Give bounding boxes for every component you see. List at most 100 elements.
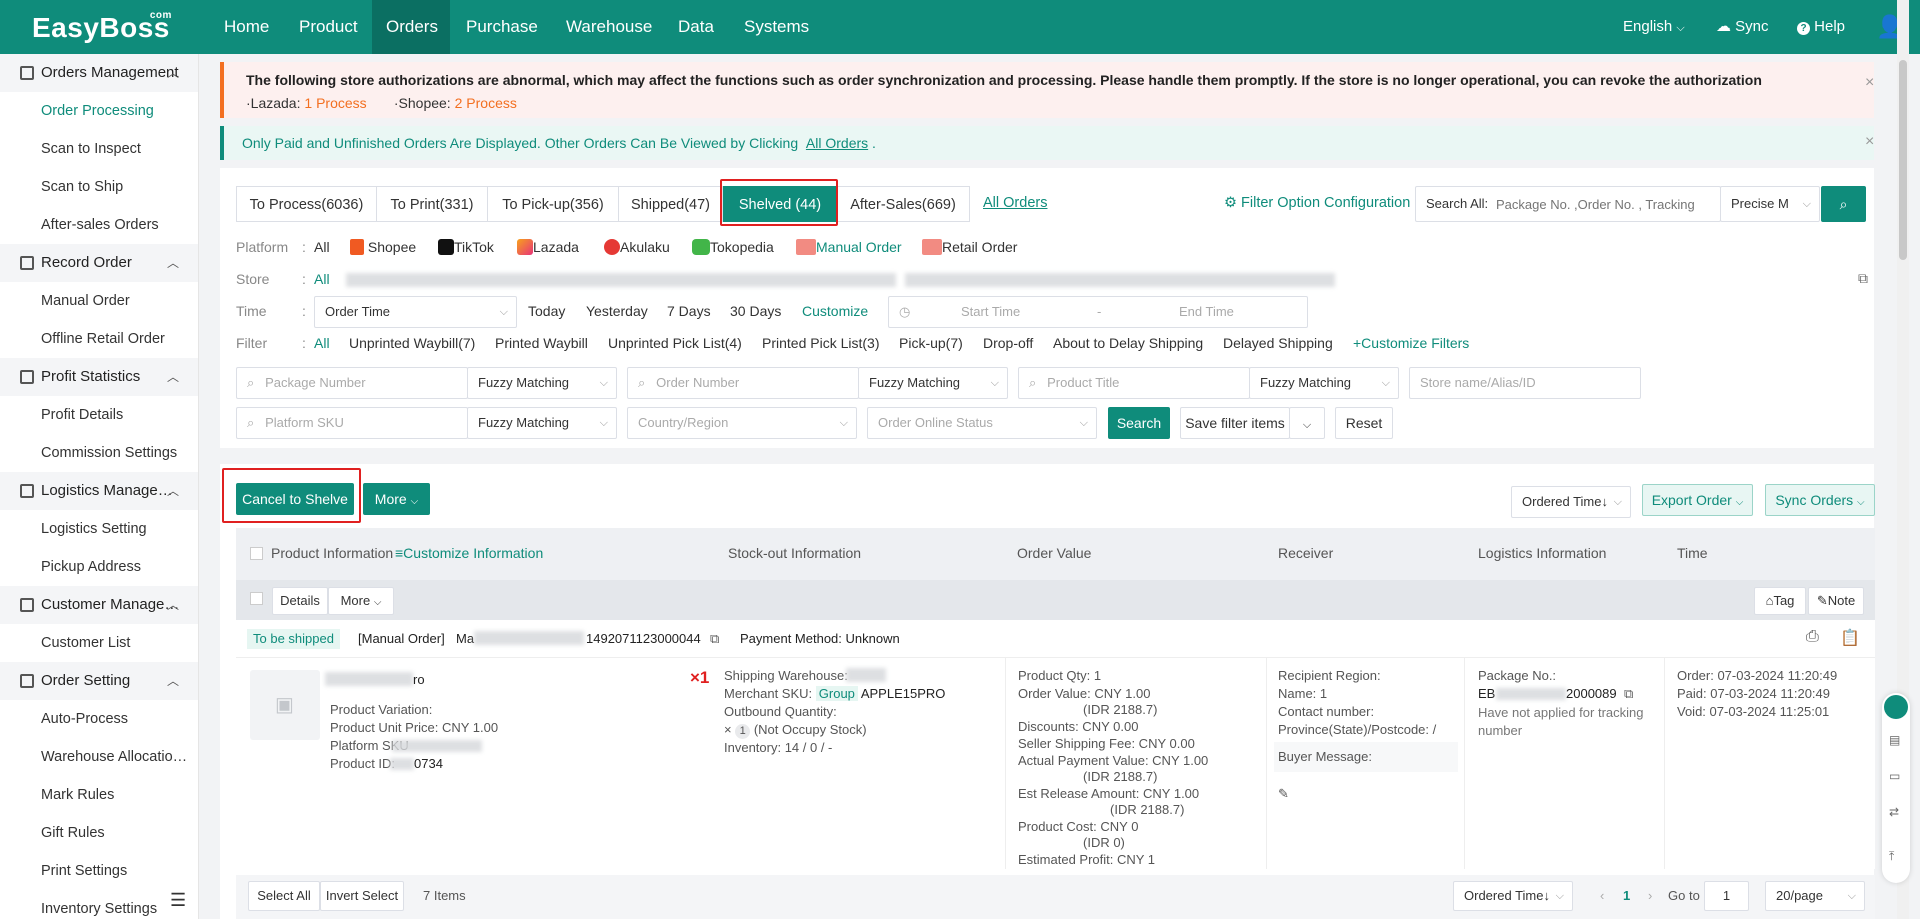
nav-purchase[interactable]: Purchase — [452, 0, 552, 54]
sidebar-item-print-settings[interactable]: Print Settings — [0, 852, 198, 890]
printer-icon[interactable]: ⎙ — [1806, 628, 1819, 646]
filter-drop-off[interactable]: Drop-off — [983, 335, 1033, 351]
platform-all[interactable]: All — [314, 239, 330, 255]
sidebar-item-mark-rules[interactable]: Mark Rules — [0, 776, 198, 814]
filter-all[interactable]: All — [314, 335, 330, 351]
prev-page-icon[interactable]: ‹ — [1600, 888, 1604, 903]
sidebar-item-logistics-setting[interactable]: Logistics Setting — [0, 510, 198, 548]
sidebar-group-profit-statistics[interactable]: Profit Statistics ︿ — [0, 358, 198, 396]
product-match-select[interactable]: Fuzzy Matching ⌵ — [1249, 367, 1399, 399]
package-match-select[interactable]: Fuzzy Matching ⌵ — [467, 367, 617, 399]
product-title-input[interactable]: ⌕ Product Title — [1018, 367, 1250, 399]
nav-product[interactable]: Product — [285, 0, 372, 54]
collapse-menu-icon[interactable]: ☰ — [170, 890, 186, 911]
package-number-input[interactable]: ⌕ Package Number — [236, 367, 468, 399]
nav-data[interactable]: Data — [664, 0, 728, 54]
platform-manual-order[interactable]: Manual Order — [796, 239, 902, 255]
all-orders-link[interactable]: All Orders — [983, 195, 1047, 211]
close-icon[interactable]: × — [1865, 133, 1874, 151]
nav-warehouse[interactable]: Warehouse — [552, 0, 666, 54]
store-all[interactable]: All — [314, 271, 330, 287]
sidebar-item-manual-order[interactable]: Manual Order — [0, 282, 198, 320]
sku-match-select[interactable]: Fuzzy Matching ⌵ — [467, 407, 617, 439]
save-filter-dropdown[interactable]: ⌵ — [1289, 407, 1325, 439]
current-page[interactable]: 1 — [1623, 888, 1630, 903]
tab-shipped[interactable]: Shipped(47) — [618, 186, 723, 222]
shopee-process-link[interactable]: Process — [466, 95, 517, 111]
tab-after-sales[interactable]: After-Sales(669) — [836, 186, 970, 222]
reset-button[interactable]: Reset — [1335, 407, 1393, 439]
filter-printed-waybill[interactable]: Printed Waybill — [495, 335, 588, 351]
sidebar-group-customer-management[interactable]: Customer Manage… ︿ — [0, 586, 198, 624]
time-today[interactable]: Today — [528, 303, 565, 319]
order-checkbox[interactable] — [250, 592, 263, 605]
customize-filters-link[interactable]: +Customize Filters — [1353, 335, 1469, 351]
sidebar-group-order-setting[interactable]: Order Setting ︿ — [0, 662, 198, 700]
time-customize[interactable]: Customize — [802, 303, 868, 319]
page-size-select[interactable]: 20/page ⌵ — [1765, 881, 1865, 911]
document-icon[interactable]: ▤ — [1889, 733, 1900, 747]
lazada-process-link[interactable]: Process — [316, 95, 367, 111]
sync-orders-button[interactable]: Sync Orders ⌵ — [1765, 484, 1875, 516]
sidebar-item-scan-to-ship[interactable]: Scan to Ship — [0, 168, 198, 206]
copy-icon[interactable]: ⧉ — [1624, 686, 1633, 702]
order-more-button[interactable]: More ⌵ — [328, 587, 394, 615]
sidebar-item-after-sales-orders[interactable]: After-sales Orders — [0, 206, 198, 244]
platform-retail-order[interactable]: Retail Order — [922, 239, 1017, 255]
select-all-checkbox[interactable] — [250, 547, 263, 560]
filter-about-to-delay[interactable]: About to Delay Shipping — [1053, 335, 1203, 351]
nav-systems[interactable]: Systems — [730, 0, 823, 54]
time-30-days[interactable]: 30 Days — [730, 303, 781, 319]
platform-shopee[interactable]: Shopee — [350, 239, 416, 255]
platform-tokopedia[interactable]: Tokopedia — [692, 239, 774, 255]
footer-sort-select[interactable]: Ordered Time↓ ⌵ — [1453, 881, 1573, 911]
order-match-select[interactable]: Fuzzy Matching ⌵ — [858, 367, 1008, 399]
easyboss-logo[interactable]: EasyBoss com — [32, 10, 171, 44]
platform-lazada[interactable]: Lazada — [517, 239, 579, 255]
next-page-icon[interactable]: › — [1648, 888, 1652, 903]
select-all-button[interactable]: Select All — [248, 881, 320, 911]
info-all-orders-link[interactable]: All Orders — [806, 135, 868, 151]
time-yesterday[interactable]: Yesterday — [586, 303, 648, 319]
sidebar-group-record-order[interactable]: Record Order ︿ — [0, 244, 198, 282]
more-actions-button[interactable]: More ⌵ — [363, 483, 430, 515]
sidebar-item-gift-rules[interactable]: Gift Rules — [0, 814, 198, 852]
filter-printed-pick-list[interactable]: Printed Pick List(3) — [762, 335, 879, 351]
save-filter-items-button[interactable]: Save filter items — [1180, 407, 1290, 439]
time-type-select[interactable]: Order Time ⌵ — [314, 296, 517, 328]
export-order-button[interactable]: Export Order ⌵ — [1642, 484, 1753, 516]
sort-select[interactable]: Ordered Time↓ ⌵ — [1511, 486, 1631, 518]
sidebar-item-auto-process[interactable]: Auto-Process — [0, 700, 198, 738]
invert-select-button[interactable]: Invert Select — [320, 881, 404, 911]
customize-information-link[interactable]: ≡Customize Information — [395, 545, 543, 561]
expand-icon[interactable]: ⧉ — [1858, 270, 1868, 287]
filter-delayed-shipping[interactable]: Delayed Shipping — [1223, 335, 1333, 351]
tab-to-process[interactable]: To Process(6036) — [236, 186, 377, 222]
sidebar-item-order-processing[interactable]: Order Processing — [0, 92, 198, 130]
order-online-status-select[interactable]: Order Online Status ⌵ — [867, 407, 1097, 439]
nav-orders[interactable]: Orders — [372, 0, 450, 54]
date-range-picker[interactable]: ◷ Start Time - End Time — [888, 296, 1308, 328]
filter-unprinted-waybill[interactable]: Unprinted Waybill(7) — [349, 335, 475, 351]
platform-tiktok[interactable]: TikTok — [438, 239, 494, 255]
order-number-input[interactable]: ⌕ Order Number — [627, 367, 859, 399]
product-image-placeholder[interactable]: ▣ — [250, 670, 320, 740]
search-button[interactable]: Search — [1108, 407, 1170, 439]
sidebar-group-orders-management[interactable]: Orders Management ︿ — [0, 54, 198, 92]
search-mode-select[interactable]: Precise M ⌵ — [1720, 186, 1820, 222]
help-button[interactable]: ? Help — [1797, 0, 1845, 54]
back-to-top-icon[interactable]: ⤒ — [1889, 849, 1894, 864]
language-selector[interactable]: English ⌵ — [1623, 0, 1685, 54]
search-icon-button[interactable]: ⌕ — [1821, 186, 1866, 222]
filter-pick-up[interactable]: Pick-up(7) — [899, 335, 963, 351]
sidebar-item-profit-details[interactable]: Profit Details — [0, 396, 198, 434]
nav-home[interactable]: Home — [210, 0, 283, 54]
sidebar-item-customer-list[interactable]: Customer List — [0, 624, 198, 662]
time-7-days[interactable]: 7 Days — [667, 303, 711, 319]
filter-option-configuration[interactable]: ⚙ Filter Option Configuration — [1224, 195, 1410, 211]
filter-unprinted-pick-list[interactable]: Unprinted Pick List(4) — [608, 335, 742, 351]
sidebar-item-offline-retail-order[interactable]: Offline Retail Order — [0, 320, 198, 358]
platform-akulaku[interactable]: Akulaku — [604, 239, 670, 255]
sidebar-item-warehouse-allocation[interactable]: Warehouse Allocatio… — [0, 738, 190, 776]
goto-page-input[interactable]: 1 — [1704, 881, 1749, 911]
